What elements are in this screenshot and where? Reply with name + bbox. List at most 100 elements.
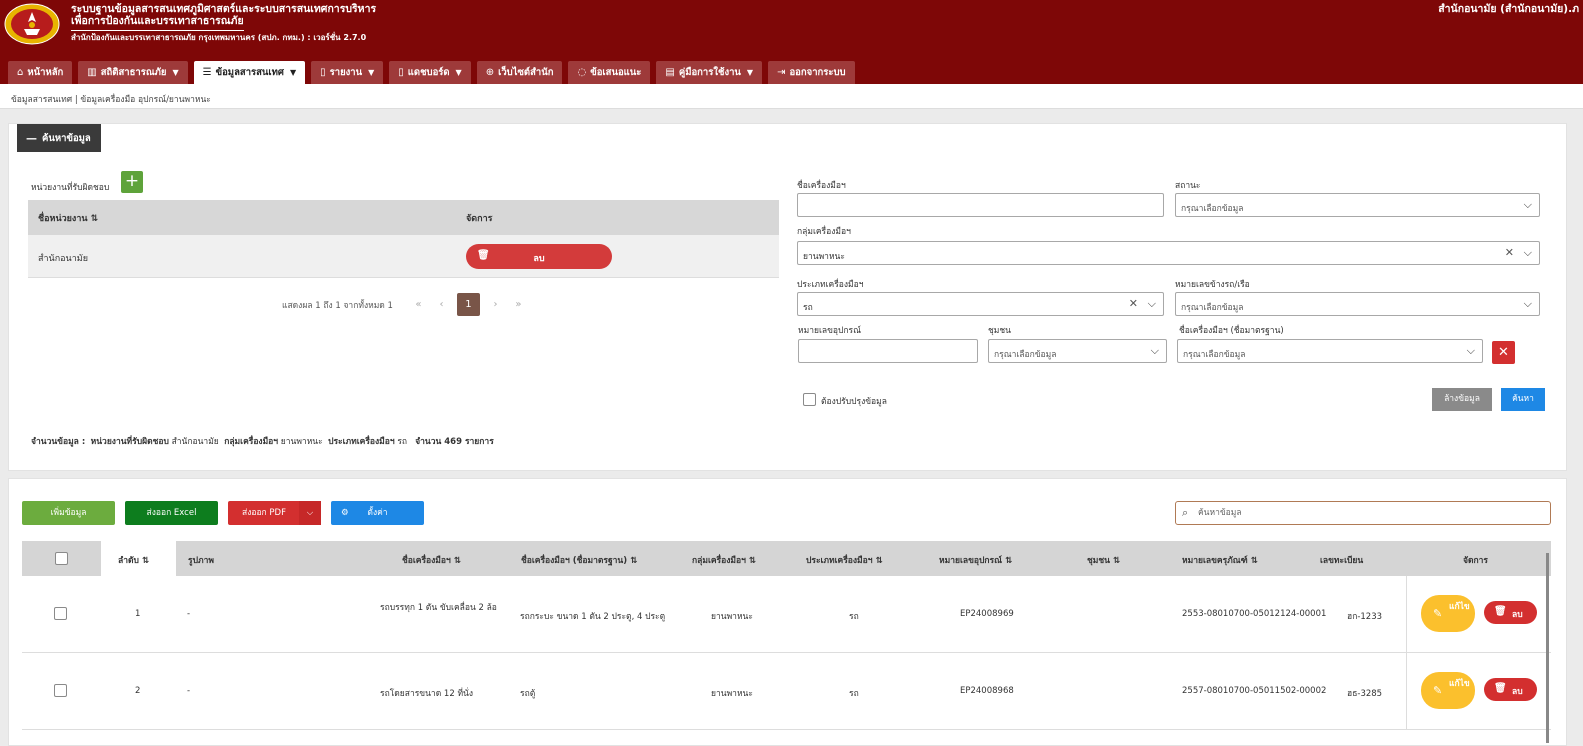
last-page-button[interactable]: » bbox=[507, 299, 530, 310]
community-label: ชุมชน bbox=[988, 326, 1011, 336]
chevron-down-icon: ⌵ bbox=[1523, 297, 1532, 310]
main-nav: ⌂ หน้าหลัก ▥ สถิติสาธารณภัย ▼ ☰ ข้อมูลสารสนเ… bbox=[8, 61, 861, 84]
page-button-current[interactable]: 1 bbox=[456, 293, 480, 316]
delete-button[interactable]: 🗑 ลบ bbox=[1484, 678, 1537, 701]
tab-feedback[interactable]: ◌ ข้อเสนอแนะ bbox=[568, 61, 651, 84]
column-header-seq[interactable]: ลำดับ ⇅ bbox=[118, 553, 149, 567]
side-number-label: หมายเลขข้างรถ/เรือ bbox=[1175, 280, 1250, 290]
column-header-manage: จัดการ bbox=[1463, 556, 1488, 566]
side-number-select[interactable]: กรุณาเลือกข้อมูล ⌵ bbox=[1175, 292, 1540, 316]
column-header-community[interactable]: ชุมชน ⇅ bbox=[1087, 553, 1120, 567]
minus-icon: — bbox=[26, 131, 37, 145]
book-icon: ▤ bbox=[665, 67, 675, 78]
clear-icon[interactable]: ✕ bbox=[1129, 297, 1138, 310]
column-header-standard-name[interactable]: ชื่อเครื่องมือฯ (ชื่อมาตรฐาน) ⇅ bbox=[521, 553, 637, 567]
community-select[interactable]: กรุณาเลือกข้อมูล ⌵ bbox=[988, 339, 1167, 363]
column-header-type[interactable]: ประเภทเครื่องมือฯ ⇅ bbox=[806, 553, 883, 567]
tab-dashboard[interactable]: ▯ แดชบอร์ด ▼ bbox=[389, 61, 471, 84]
table-header: ชื่อหน่วยงาน ⇅ จัดการ bbox=[28, 200, 779, 235]
summary-type-val: รถ bbox=[397, 437, 408, 447]
tab-label: ออกจากระบบ bbox=[789, 67, 846, 78]
tab-manual[interactable]: ▤ คู่มือการใช้งาน ▼ bbox=[656, 61, 763, 84]
tab-home[interactable]: ⌂ หน้าหลัก bbox=[8, 61, 73, 84]
home-icon: ⌂ bbox=[17, 67, 24, 78]
table-row: 2 - รถโดยสารขนาด 12 ที่นั่ง รถตู้ ยานพาห… bbox=[22, 653, 1551, 730]
trash-icon: 🗑 bbox=[1494, 683, 1507, 694]
delete-button[interactable]: 🗑 ลบ bbox=[1484, 601, 1537, 624]
user-menu[interactable]: สำนักอนามัย (สำนักอนามัย).ภ bbox=[1438, 0, 1579, 17]
search-button[interactable]: ค้นหา bbox=[1501, 388, 1545, 411]
select-all-checkbox[interactable] bbox=[55, 552, 68, 565]
column-header-unit-name[interactable]: ชื่อหน่วยงาน ⇅ bbox=[38, 211, 98, 225]
pencil-icon: ✎ bbox=[1433, 607, 1443, 620]
next-page-button[interactable]: › bbox=[484, 299, 507, 310]
tool-name-input[interactable] bbox=[797, 193, 1164, 217]
clear-icon[interactable]: ✕ bbox=[1505, 246, 1514, 259]
table-header: ลำดับ ⇅ รูปภาพ ชื่อเครื่องมือฯ ⇅ ชื่อเคร… bbox=[22, 541, 1551, 576]
tab-reports[interactable]: ▯ รายงาน ▼ bbox=[311, 61, 384, 84]
remove-filter-button[interactable]: ✕ bbox=[1492, 341, 1515, 364]
edit-button[interactable]: ✎ แก้ไข bbox=[1421, 595, 1475, 632]
summary-resp-val: สำนักอนามัย bbox=[171, 437, 219, 447]
gear-icon: ⚙ bbox=[341, 508, 349, 518]
image-cell: - bbox=[187, 686, 191, 696]
status-select[interactable]: กรุณาเลือกข้อมูล ⌵ bbox=[1175, 193, 1540, 217]
column-header-group[interactable]: กลุ่มเครื่องมือฯ ⇅ bbox=[692, 553, 756, 567]
add-record-button[interactable]: เพิ่มข้อมูล bbox=[22, 501, 115, 525]
settings-button[interactable]: ⚙ ตั้งค่า bbox=[331, 501, 424, 525]
needs-improvement-label: ต้องปรับปรุงข้อมูล bbox=[821, 397, 887, 407]
tool-group-value: ยานพาหนะ bbox=[803, 252, 845, 262]
group-cell: ยานพาหนะ bbox=[711, 689, 753, 699]
chevron-down-icon: ▼ bbox=[746, 68, 754, 77]
pagination: แสดงผล 1 ถึง 1 จากทั้งหมด 1 « ‹ 1 › » bbox=[282, 293, 530, 316]
plate-cell: ฮธ-3285 bbox=[1347, 689, 1383, 699]
chart-icon: ▥ bbox=[87, 67, 97, 78]
tab-website[interactable]: ⊕ เว็บไซต์สำนัก bbox=[476, 61, 563, 84]
chevron-down-icon[interactable]: ⌵ bbox=[299, 501, 321, 525]
equipment-no-cell: EP24008968 bbox=[960, 686, 1014, 696]
equipment-number-label: หมายเลขอุปกรณ์ bbox=[798, 326, 861, 336]
logout-icon: ⇥ bbox=[777, 67, 786, 78]
side-number-placeholder: กรุณาเลือกข้อมูล bbox=[1181, 303, 1244, 313]
row-checkbox[interactable] bbox=[54, 607, 67, 620]
tool-type-value: รถ bbox=[803, 303, 813, 313]
edit-label: แก้ไข bbox=[1449, 679, 1470, 689]
tab-logout[interactable]: ⇥ ออกจากระบบ bbox=[768, 61, 855, 84]
search-toggle-button[interactable]: — ค้นหาข้อมูล bbox=[17, 124, 101, 152]
export-pdf-button[interactable]: ส่งออก PDF ⌵ bbox=[228, 501, 321, 525]
export-excel-button[interactable]: ส่งออก Excel bbox=[125, 501, 218, 525]
table-search: ⌕ bbox=[1175, 501, 1551, 525]
edit-label: แก้ไข bbox=[1449, 602, 1470, 612]
column-header-asset-no[interactable]: หมายเลขครุภัณฑ์ ⇅ bbox=[1182, 553, 1258, 567]
column-header-plate: เลขทะเบียน bbox=[1320, 556, 1364, 566]
tool-type-select[interactable]: รถ ✕ ⌵ bbox=[797, 292, 1164, 316]
standard-name-placeholder: กรุณาเลือกข้อมูล bbox=[1183, 350, 1246, 360]
prev-page-button[interactable]: ‹ bbox=[430, 299, 453, 310]
tool-name-label: ชื่อเครื่องมือฯ bbox=[797, 181, 846, 191]
tab-disaster-stats[interactable]: ▥ สถิติสาธารณภัย ▼ bbox=[78, 61, 188, 84]
equipment-number-input[interactable] bbox=[798, 339, 978, 363]
plus-icon: + bbox=[124, 171, 140, 191]
table-scrollbar[interactable] bbox=[1546, 553, 1549, 743]
needs-improvement-checkbox[interactable] bbox=[803, 393, 816, 406]
tool-group-select[interactable]: ยานพาหนะ ✕ ⌵ bbox=[797, 241, 1540, 265]
first-page-button[interactable]: « bbox=[407, 299, 430, 310]
tab-information[interactable]: ☰ ข้อมูลสารสนเทศ ▼ bbox=[193, 61, 306, 84]
chevron-down-icon: ▼ bbox=[289, 68, 297, 77]
column-header-name[interactable]: ชื่อเครื่องมือฯ ⇅ bbox=[402, 553, 461, 567]
seq-cell: 1 bbox=[135, 609, 141, 619]
clear-button[interactable]: ล้างข้อมูล bbox=[1432, 388, 1492, 411]
row-checkbox[interactable] bbox=[54, 684, 67, 697]
chevron-down-icon: ⌵ bbox=[1523, 246, 1532, 259]
edit-button[interactable]: ✎ แก้ไข bbox=[1421, 672, 1475, 709]
standard-name-select[interactable]: กรุณาเลือกข้อมูล ⌵ bbox=[1177, 339, 1483, 363]
delete-unit-button[interactable]: 🗑 ลบ bbox=[466, 244, 612, 269]
tab-label: หน้าหลัก bbox=[27, 67, 64, 78]
breadcrumb-bar: ข้อมูลสารสนเทศ | ข้อมูลเครื่องมือ อุปกรณ… bbox=[0, 84, 1583, 109]
summary-group-key: กลุ่มเครื่องมือฯ bbox=[224, 437, 279, 447]
fire-department-logo[interactable] bbox=[4, 3, 60, 45]
column-header-equipment-no[interactable]: หมายเลขอุปกรณ์ ⇅ bbox=[939, 553, 1012, 567]
chevron-down-icon: ⌵ bbox=[1466, 344, 1475, 357]
add-responsible-button[interactable]: + bbox=[121, 171, 143, 193]
table-search-input[interactable] bbox=[1198, 506, 1538, 520]
